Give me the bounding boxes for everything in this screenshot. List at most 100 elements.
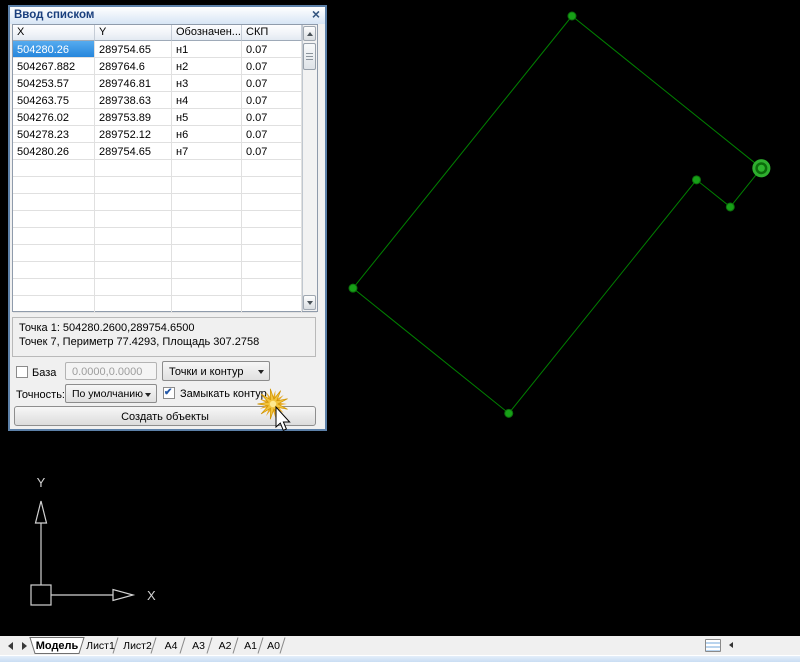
- table-row-empty[interactable]: [13, 262, 317, 279]
- table-cell[interactable]: н1: [172, 41, 242, 57]
- table-cell[interactable]: [13, 245, 95, 261]
- table-cell[interactable]: 504278.23: [13, 126, 95, 142]
- table-cell[interactable]: [13, 160, 95, 176]
- vertex-point[interactable]: [692, 176, 700, 184]
- scrollbar-thumb[interactable]: [303, 43, 316, 70]
- vertex-point[interactable]: [726, 203, 734, 211]
- table-cell[interactable]: 289752.12: [95, 126, 172, 142]
- tab-A2-label[interactable]: A2: [219, 640, 232, 652]
- table-row-empty[interactable]: [13, 296, 317, 313]
- table-cell[interactable]: [172, 245, 242, 261]
- table-row-empty[interactable]: [13, 245, 317, 262]
- tab-Модель-label[interactable]: Модель: [36, 640, 79, 652]
- table-row-empty[interactable]: [13, 228, 317, 245]
- table-cell[interactable]: [13, 296, 95, 312]
- close-icon[interactable]: ×: [312, 6, 320, 22]
- table-scrollbar[interactable]: [302, 25, 317, 311]
- table-cell[interactable]: [172, 279, 242, 295]
- close-contour-checkbox[interactable]: ✔: [163, 387, 175, 399]
- table-cell[interactable]: 289746.81: [95, 75, 172, 91]
- column-header[interactable]: X: [13, 25, 95, 41]
- table-cell[interactable]: н5: [172, 109, 242, 125]
- table-cell[interactable]: 504280.26: [13, 143, 95, 159]
- table-cell[interactable]: 0.07: [242, 75, 302, 91]
- table-cell[interactable]: [242, 279, 302, 295]
- table-cell[interactable]: [242, 262, 302, 278]
- table-cell[interactable]: [13, 177, 95, 193]
- table-cell[interactable]: 504267.882: [13, 58, 95, 74]
- table-cell[interactable]: [13, 262, 95, 278]
- table-cell[interactable]: 504253.57: [13, 75, 95, 91]
- column-header[interactable]: СКП: [242, 25, 302, 41]
- column-header[interactable]: Y: [95, 25, 172, 41]
- table-cell[interactable]: [95, 177, 172, 193]
- table-row-empty[interactable]: [13, 211, 317, 228]
- table-cell[interactable]: [172, 160, 242, 176]
- table-cell[interactable]: н4: [172, 92, 242, 108]
- hscroll-thumb[interactable]: [705, 639, 721, 652]
- table-cell[interactable]: н3: [172, 75, 242, 91]
- table-cell[interactable]: [95, 245, 172, 261]
- table-row-empty[interactable]: [13, 177, 317, 194]
- table-cell[interactable]: [95, 160, 172, 176]
- table-cell[interactable]: н7: [172, 143, 242, 159]
- table-cell[interactable]: [242, 194, 302, 210]
- table-cell[interactable]: [172, 228, 242, 244]
- hscroll-arrow-icon[interactable]: [729, 642, 733, 648]
- tab-A1-label[interactable]: A1: [244, 640, 257, 652]
- table-cell[interactable]: [242, 211, 302, 227]
- mode-combobox[interactable]: Точки и контур: [162, 361, 270, 381]
- tabs-scroll-left-icon[interactable]: [8, 642, 13, 650]
- scroll-up-button[interactable]: [303, 26, 316, 41]
- vertex-point[interactable]: [505, 409, 513, 417]
- table-cell[interactable]: 289754.65: [95, 41, 172, 57]
- table-cell[interactable]: [242, 160, 302, 176]
- vertex-point[interactable]: [568, 12, 576, 20]
- base-point-field[interactable]: 0.0000,0.0000: [65, 362, 157, 380]
- vertex-point[interactable]: [349, 284, 357, 292]
- table-cell[interactable]: 0.07: [242, 126, 302, 142]
- table-cell[interactable]: 0.07: [242, 41, 302, 57]
- column-header[interactable]: Обозначен...: [172, 25, 242, 41]
- table-cell[interactable]: 0.07: [242, 58, 302, 74]
- table-cell[interactable]: н6: [172, 126, 242, 142]
- table-cell[interactable]: [13, 211, 95, 227]
- table-cell[interactable]: н2: [172, 58, 242, 74]
- table-cell[interactable]: [172, 194, 242, 210]
- tab-Лист2-label[interactable]: Лист2: [123, 640, 152, 652]
- table-cell[interactable]: 0.07: [242, 143, 302, 159]
- main-vertex-point[interactable]: [758, 165, 765, 172]
- table-cell[interactable]: [95, 262, 172, 278]
- table-cell[interactable]: 0.07: [242, 109, 302, 125]
- table-cell[interactable]: [172, 296, 242, 312]
- table-row-empty[interactable]: [13, 160, 317, 177]
- table-cell[interactable]: [242, 245, 302, 261]
- table-cell[interactable]: [95, 211, 172, 227]
- table-cell[interactable]: 0.07: [242, 92, 302, 108]
- table-cell[interactable]: 289754.65: [95, 143, 172, 159]
- table-cell[interactable]: [95, 228, 172, 244]
- table-cell[interactable]: [242, 177, 302, 193]
- table-cell[interactable]: [242, 228, 302, 244]
- table-cell[interactable]: [172, 177, 242, 193]
- tab-A3-label[interactable]: A3: [192, 640, 205, 652]
- table-cell[interactable]: [242, 296, 302, 312]
- tab-A4-label[interactable]: A4: [165, 640, 178, 652]
- contour-polyline[interactable]: [353, 16, 761, 413]
- table-cell[interactable]: 504280.26: [13, 41, 95, 57]
- table-cell[interactable]: 289738.63: [95, 92, 172, 108]
- table-cell[interactable]: [95, 279, 172, 295]
- tabs-scroll-right-icon[interactable]: [22, 642, 27, 650]
- table-cell[interactable]: 289753.89: [95, 109, 172, 125]
- table-cell[interactable]: 504276.02: [13, 109, 95, 125]
- table-cell[interactable]: [172, 262, 242, 278]
- table-row-empty[interactable]: [13, 279, 317, 296]
- tab-Лист1-label[interactable]: Лист1: [86, 640, 115, 652]
- table-cell[interactable]: [13, 228, 95, 244]
- table-cell[interactable]: [172, 211, 242, 227]
- tab-A0-label[interactable]: A0: [267, 640, 280, 652]
- table-cell[interactable]: [13, 194, 95, 210]
- dialog-title-bar[interactable]: Ввод списком ×: [10, 7, 325, 24]
- base-checkbox[interactable]: [16, 366, 28, 378]
- table-cell[interactable]: 504263.75: [13, 92, 95, 108]
